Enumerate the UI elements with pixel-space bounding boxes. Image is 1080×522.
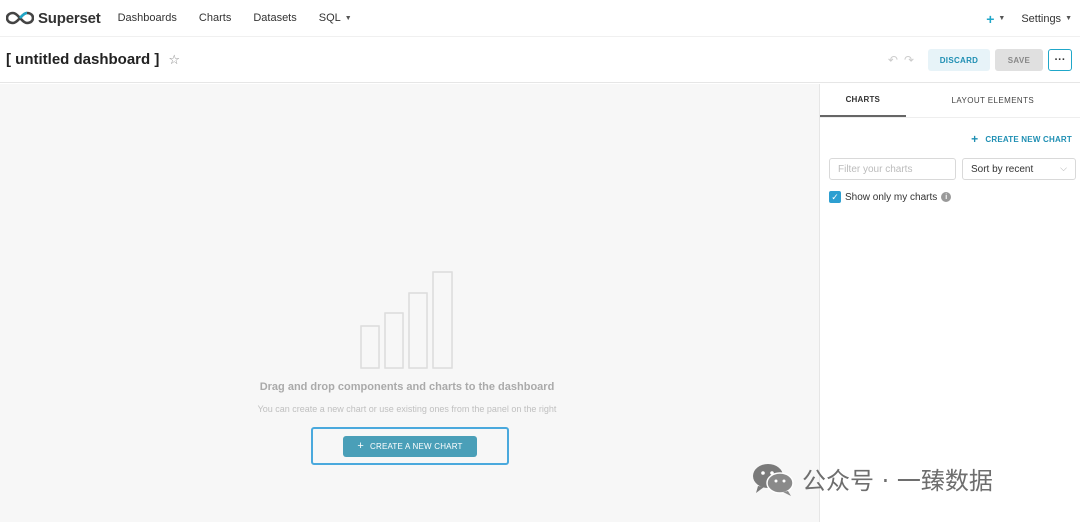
panel-create-new-chart-label: CREATE NEW CHART <box>985 134 1072 144</box>
caret-down-icon: ▼ <box>998 15 1006 22</box>
settings-label: Settings <box>1021 12 1062 25</box>
nav-charts[interactable]: Charts <box>199 12 231 24</box>
watermark: 公众号 · 一臻数据 <box>752 461 993 496</box>
superset-logo-icon <box>6 11 34 25</box>
nav-datasets[interactable]: Datasets <box>253 12 296 24</box>
plus-icon: + <box>986 10 995 27</box>
nav-sql-label: SQL <box>318 12 341 24</box>
create-new-chart-button[interactable]: + CREATE A NEW CHART <box>343 435 477 457</box>
filter-charts-input[interactable] <box>829 158 956 180</box>
watermark-text: 公众号 · 一臻数据 <box>802 467 993 495</box>
caret-down-icon: ▼ <box>1065 15 1072 22</box>
wechat-icon <box>753 463 794 496</box>
discard-button[interactable]: DISCARD <box>928 49 990 71</box>
redo-icon[interactable]: ↷ <box>904 53 914 67</box>
top-navbar: Superset Dashboards Charts Datasets SQL … <box>0 0 1080 37</box>
more-options-button[interactable]: ··· <box>1048 49 1072 71</box>
dashboard-canvas[interactable]: Drag and drop components and charts to t… <box>0 84 819 522</box>
show-only-mine-label: Show only my charts <box>845 191 938 203</box>
dashboard-header: [ untitled dashboard ] ☆ ↶ ↷ DISCARD SAV… <box>0 37 1080 83</box>
plus-icon: + <box>357 440 364 452</box>
star-icon[interactable]: ☆ <box>168 52 180 68</box>
bar-chart-icon <box>360 271 453 369</box>
sort-select-value: Sort by recent <box>971 163 1034 175</box>
sort-select[interactable]: Sort by recent ⌵ <box>962 158 1076 180</box>
checkbox-checked-icon[interactable]: ✓ <box>829 191 841 203</box>
nav-sql[interactable]: SQL ▼ <box>319 12 352 24</box>
app-name: Superset <box>38 9 101 27</box>
dashboard-title[interactable]: [ untitled dashboard ] <box>6 51 159 68</box>
tab-layout-elements[interactable]: LAYOUT ELEMENTS <box>906 84 1080 117</box>
nav-dashboards[interactable]: Dashboards <box>118 12 177 24</box>
chevron-down-icon: ⌵ <box>1060 163 1067 173</box>
show-only-mine-toggle[interactable]: ✓ Show only my charts i <box>829 191 952 203</box>
tab-charts[interactable]: CHARTS <box>820 84 906 117</box>
builder-side-panel: CHARTS LAYOUT ELEMENTS + CREATE NEW CHAR… <box>819 84 1080 522</box>
info-icon[interactable]: i <box>941 192 952 202</box>
caret-down-icon: ▼ <box>344 14 352 22</box>
new-menu-button[interactable]: + ▼ <box>986 11 1005 27</box>
highlight-frame: + CREATE A NEW CHART <box>311 427 509 465</box>
empty-state-title: Drag and drop components and charts to t… <box>259 381 555 393</box>
save-button[interactable]: SAVE <box>995 49 1043 71</box>
undo-icon[interactable]: ↶ <box>888 53 898 67</box>
panel-create-new-chart-link[interactable]: + CREATE NEW CHART <box>971 132 1072 146</box>
create-new-chart-label: CREATE A NEW CHART <box>369 441 463 451</box>
plus-icon: + <box>971 132 979 146</box>
superset-logo[interactable]: Superset <box>6 10 101 27</box>
panel-tabs: CHARTS LAYOUT ELEMENTS <box>820 84 1080 118</box>
settings-menu[interactable]: Settings ▼ <box>1021 13 1072 25</box>
empty-state-subtitle: You can create a new chart or use existi… <box>257 404 557 414</box>
